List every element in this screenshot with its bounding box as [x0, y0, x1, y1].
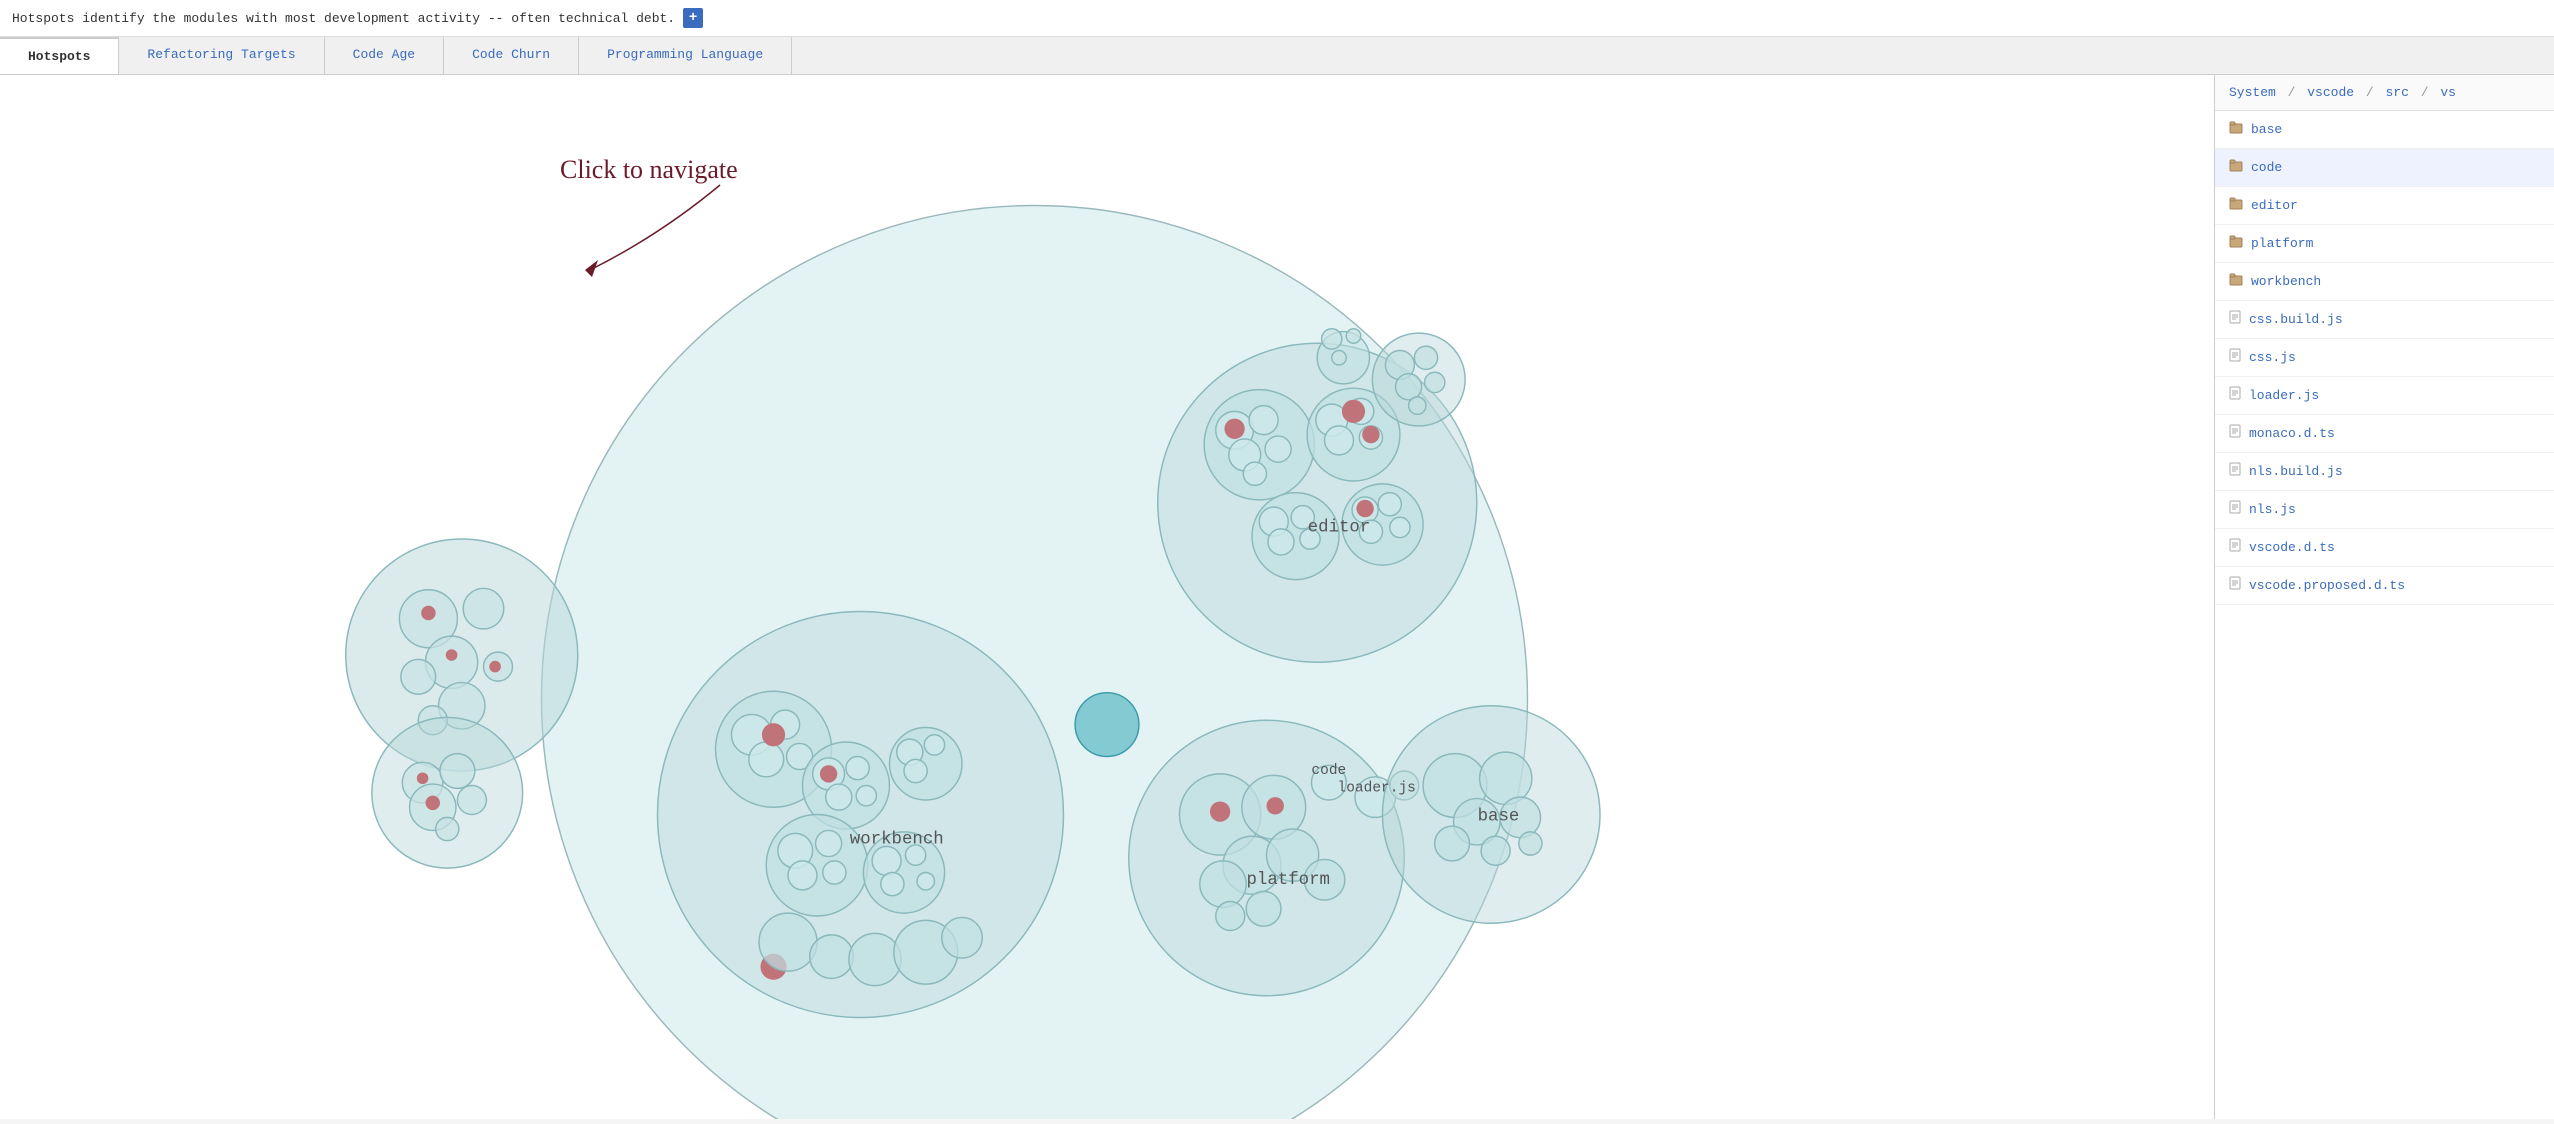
svg-text:editor: editor	[1308, 519, 1371, 538]
file-icon	[2229, 462, 2241, 481]
list-item[interactable]: base	[2215, 111, 2554, 149]
tab-code-churn[interactable]: Code Churn	[444, 37, 579, 74]
file-icon	[2229, 500, 2241, 519]
list-item[interactable]: css.build.js	[2215, 301, 2554, 339]
list-item[interactable]: platform	[2215, 225, 2554, 263]
file-list: base code editor platform workbench css.…	[2215, 111, 2554, 1119]
header-description: Hotspots identify the modules with most …	[12, 11, 675, 26]
file-name: vscode.proposed.d.ts	[2249, 578, 2405, 593]
file-icon	[2229, 424, 2241, 443]
file-icon	[2229, 576, 2241, 595]
header-bar: Hotspots identify the modules with most …	[0, 0, 2554, 37]
list-item[interactable]: loader.js	[2215, 377, 2554, 415]
bubble-visualization: editor workbench platform code loader.js…	[0, 75, 2214, 1119]
file-name: vscode.d.ts	[2249, 540, 2335, 555]
svg-text:loader.js: loader.js	[1338, 780, 1416, 796]
breadcrumb-system[interactable]: System	[2229, 85, 2276, 100]
file-name: css.js	[2249, 350, 2296, 365]
file-name: nls.js	[2249, 502, 2296, 517]
svg-text:workbench: workbench	[850, 830, 944, 849]
file-icon	[2229, 348, 2241, 367]
main-content: editor workbench platform code loader.js…	[0, 75, 2554, 1119]
list-item[interactable]: code	[2215, 149, 2554, 187]
breadcrumb: System / vscode / src / vs	[2215, 75, 2554, 111]
breadcrumb-sep1: /	[2288, 85, 2296, 100]
list-item[interactable]: nls.js	[2215, 491, 2554, 529]
file-name: workbench	[2251, 274, 2321, 289]
breadcrumb-sep2: /	[2366, 85, 2374, 100]
file-name: loader.js	[2249, 388, 2319, 403]
file-name: monaco.d.ts	[2249, 426, 2335, 441]
list-item[interactable]: css.js	[2215, 339, 2554, 377]
file-icon	[2229, 386, 2241, 405]
breadcrumb-src[interactable]: src	[2386, 85, 2409, 100]
viz-area[interactable]: editor workbench platform code loader.js…	[0, 75, 2214, 1119]
tab-programming-language[interactable]: Programming Language	[579, 37, 792, 74]
tab-refactoring[interactable]: Refactoring Targets	[119, 37, 324, 74]
tab-code-age[interactable]: Code Age	[325, 37, 444, 74]
tab-hotspots[interactable]: Hotspots	[0, 37, 119, 74]
tabs-bar: Hotspots Refactoring Targets Code Age Co…	[0, 37, 2554, 75]
file-name: base	[2251, 122, 2282, 137]
file-name: editor	[2251, 198, 2298, 213]
list-item[interactable]: workbench	[2215, 263, 2554, 301]
svg-text:platform: platform	[1247, 871, 1331, 890]
list-item[interactable]: nls.build.js	[2215, 453, 2554, 491]
folder-icon	[2229, 196, 2243, 215]
breadcrumb-vscode[interactable]: vscode	[2307, 85, 2354, 100]
file-name: platform	[2251, 236, 2313, 251]
file-icon	[2229, 538, 2241, 557]
file-name: nls.build.js	[2249, 464, 2343, 479]
file-icon	[2229, 310, 2241, 329]
folder-icon	[2229, 158, 2243, 177]
svg-text:base: base	[1478, 807, 1520, 826]
list-item[interactable]: editor	[2215, 187, 2554, 225]
breadcrumb-sep3: /	[2421, 85, 2429, 100]
list-item[interactable]: monaco.d.ts	[2215, 415, 2554, 453]
folder-icon	[2229, 234, 2243, 253]
add-button[interactable]: +	[683, 8, 703, 28]
list-item[interactable]: vscode.proposed.d.ts	[2215, 567, 2554, 605]
folder-icon	[2229, 272, 2243, 291]
right-panel: System / vscode / src / vs base code edi…	[2214, 75, 2554, 1119]
list-item[interactable]: vscode.d.ts	[2215, 529, 2554, 567]
file-name: code	[2251, 160, 2282, 175]
file-name: css.build.js	[2249, 312, 2343, 327]
breadcrumb-vs[interactable]: vs	[2440, 85, 2456, 100]
folder-icon	[2229, 120, 2243, 139]
svg-text:code: code	[1311, 763, 1346, 779]
